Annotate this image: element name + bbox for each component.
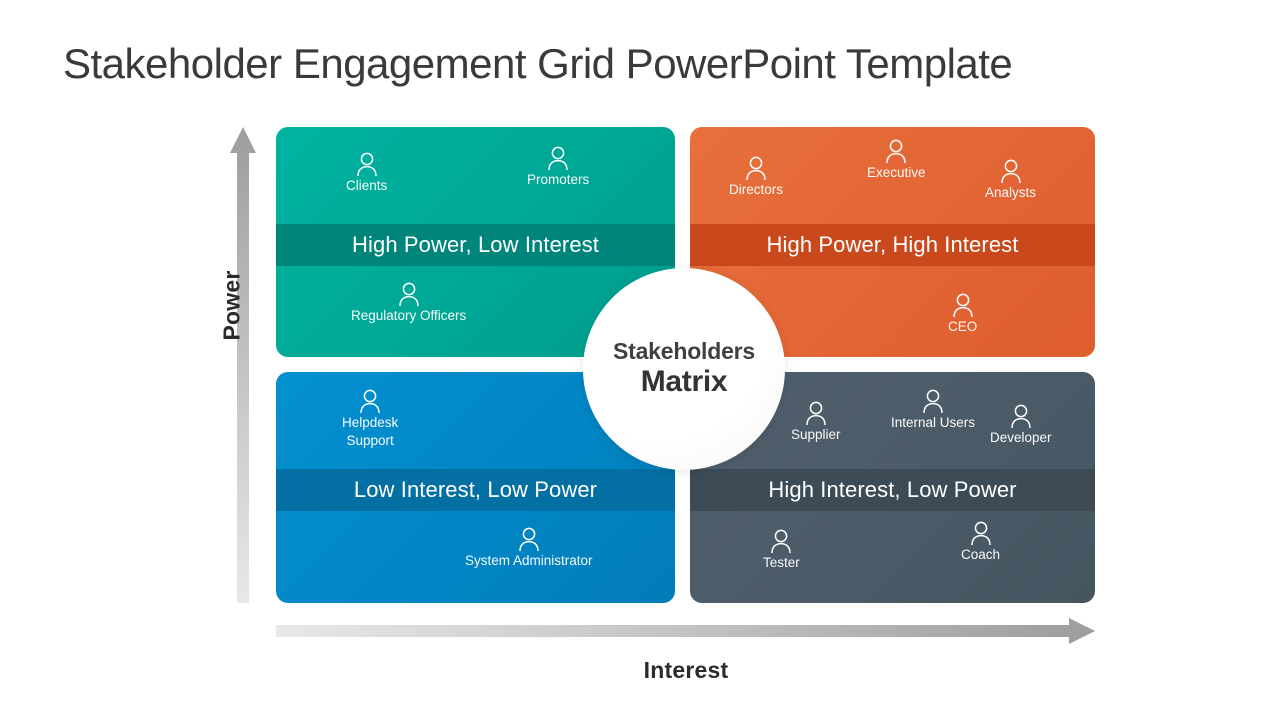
stakeholder-label: Clients xyxy=(346,178,388,193)
person-icon xyxy=(357,389,383,414)
stakeholder-clients[interactable]: Clients xyxy=(346,152,387,195)
stakeholder-regulatory-officers[interactable]: Regulatory Officers xyxy=(351,282,466,325)
stakeholder-label: Coach xyxy=(961,547,1001,562)
interest-axis-arrow xyxy=(276,618,1095,644)
stakeholder-label: System Administrator xyxy=(465,553,593,568)
stakeholder-system-administrator[interactable]: System Administrator xyxy=(465,527,593,570)
stakeholder-label: Tester xyxy=(763,555,800,570)
stakeholder-helpdesk-support[interactable]: Helpdesk Support xyxy=(342,389,398,450)
stakeholder-label: Regulatory Officers xyxy=(351,308,467,323)
person-icon xyxy=(1008,404,1034,429)
stakeholder-coach[interactable]: Coach xyxy=(961,521,1000,564)
stakeholder-directors[interactable]: Directors xyxy=(729,156,783,199)
person-icon xyxy=(968,521,994,546)
stakeholder-supplier[interactable]: Supplier xyxy=(791,401,841,444)
person-icon xyxy=(743,156,769,181)
stakeholder-label: CEO xyxy=(948,319,978,334)
quadrant-band: Low Interest, Low Power xyxy=(276,469,675,511)
power-axis-label: Power xyxy=(218,270,245,341)
stakeholder-label: Promoters xyxy=(527,172,590,187)
person-icon xyxy=(516,527,542,552)
quadrant-band-label: High Power, Low Interest xyxy=(352,232,599,257)
stakeholder-tester[interactable]: Tester xyxy=(763,529,800,572)
person-icon xyxy=(354,152,380,177)
stakeholder-internal-users[interactable]: Internal Users xyxy=(891,389,975,432)
center-badge-line2: Matrix xyxy=(640,365,728,399)
person-icon xyxy=(396,282,422,307)
quadrant-band: High Power, High Interest xyxy=(690,224,1095,266)
stakeholder-label: Executive xyxy=(867,165,926,180)
stakeholder-label-line1: Helpdesk xyxy=(342,415,399,430)
quadrant-band-label: High Interest, Low Power xyxy=(768,477,1017,502)
stakeholder-label-line2: Support xyxy=(346,432,394,448)
stakeholder-matrix: Power Interest High Power, Low Interest xyxy=(0,0,1280,720)
person-icon xyxy=(883,139,909,164)
stakeholder-label: Internal Users xyxy=(891,415,976,430)
stakeholder-ceo[interactable]: CEO xyxy=(948,293,977,336)
person-icon xyxy=(803,401,829,426)
interest-axis-label: Interest xyxy=(643,657,729,683)
person-icon xyxy=(998,159,1024,184)
stakeholder-label: Analysts xyxy=(985,185,1037,200)
stakeholder-label: Developer xyxy=(990,430,1052,445)
person-icon xyxy=(920,389,946,414)
person-icon xyxy=(768,529,794,554)
person-icon xyxy=(950,293,976,318)
stakeholder-developer[interactable]: Developer xyxy=(990,404,1052,447)
stakeholder-executive[interactable]: Executive xyxy=(867,139,926,182)
stakeholder-analysts[interactable]: Analysts xyxy=(985,159,1036,202)
quadrant-band: High Power, Low Interest xyxy=(276,224,675,266)
stakeholder-label: Directors xyxy=(729,182,784,197)
quadrant-band-label: High Power, High Interest xyxy=(766,232,1019,257)
quadrant-band: High Interest, Low Power xyxy=(690,469,1095,511)
center-badge[interactable]: Stakeholders Matrix xyxy=(583,268,785,470)
person-icon xyxy=(545,146,571,171)
center-badge-line1: Stakeholders xyxy=(612,337,756,364)
quadrant-band-label: Low Interest, Low Power xyxy=(353,477,598,502)
stakeholder-promoters[interactable]: Promoters xyxy=(527,146,589,189)
stakeholder-label: Supplier xyxy=(791,427,841,442)
